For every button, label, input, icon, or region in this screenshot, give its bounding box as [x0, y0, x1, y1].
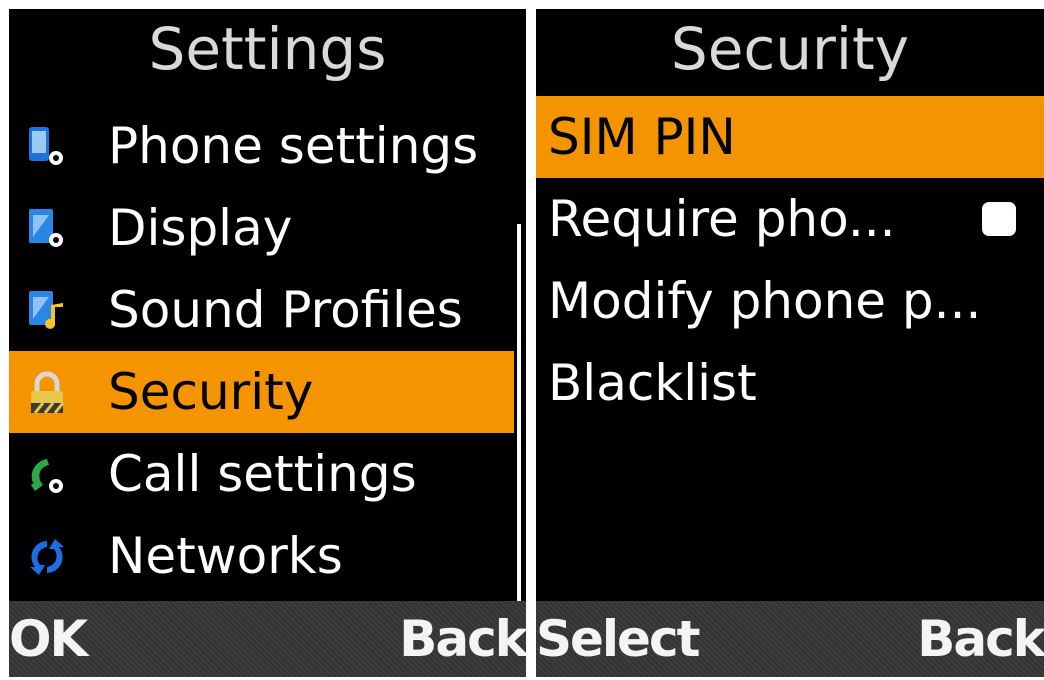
menu-item-call-settings[interactable]: Call settings — [9, 433, 514, 515]
menu-item-modify-phone-password[interactable]: Modify phone p... — [536, 260, 1044, 342]
security-screen: Security SIM PIN Require pho... Modify p… — [536, 9, 1044, 677]
back-softkey[interactable]: Back — [399, 601, 526, 677]
call-settings-icon — [31, 459, 63, 493]
menu-item-label: Security — [108, 363, 314, 421]
menu-item-display[interactable]: Display — [9, 187, 514, 269]
networks-icon — [30, 539, 64, 575]
padlock-icon — [31, 371, 65, 414]
display-settings-icon — [29, 209, 63, 247]
settings-screen: Settings Phone settings Display Sound Pr… — [9, 9, 526, 677]
settings-title: Settings — [148, 15, 387, 83]
menu-item-label: Modify phone p... — [548, 272, 982, 330]
menu-item-label: Display — [108, 199, 293, 257]
menu-item-blacklist[interactable]: Blacklist — [536, 342, 1044, 424]
menu-item-phone-settings[interactable]: Phone settings — [9, 105, 514, 187]
select-softkey[interactable]: Select — [536, 601, 701, 677]
menu-item-security[interactable]: Security — [9, 351, 514, 433]
menu-item-label: Sound Profiles — [108, 281, 463, 339]
softkey-bar: OK Back — [9, 601, 526, 677]
menu-item-networks[interactable]: Networks — [9, 515, 514, 597]
menu-item-label: Networks — [108, 527, 343, 585]
scrollbar[interactable] — [517, 224, 521, 606]
menu-item-label: SIM PIN — [548, 108, 736, 166]
phone-settings-icon — [29, 127, 63, 165]
menu-item-sim-pin[interactable]: SIM PIN — [536, 96, 1044, 178]
menu-item-sound-profiles[interactable]: Sound Profiles — [9, 269, 514, 351]
sound-profiles-icon — [29, 291, 63, 329]
menu-item-require-phone-password[interactable]: Require pho... — [536, 178, 1044, 260]
security-title: Security — [670, 15, 910, 83]
menu-item-label: Require pho... — [548, 190, 896, 248]
ok-softkey[interactable]: OK — [9, 601, 88, 677]
menu-item-label: Blacklist — [548, 354, 757, 412]
softkey-bar: Select Back — [536, 601, 1044, 677]
back-softkey[interactable]: Back — [917, 601, 1044, 677]
require-password-checkbox[interactable] — [982, 202, 1016, 236]
menu-item-label: Call settings — [108, 445, 417, 503]
menu-item-label: Phone settings — [108, 117, 479, 175]
